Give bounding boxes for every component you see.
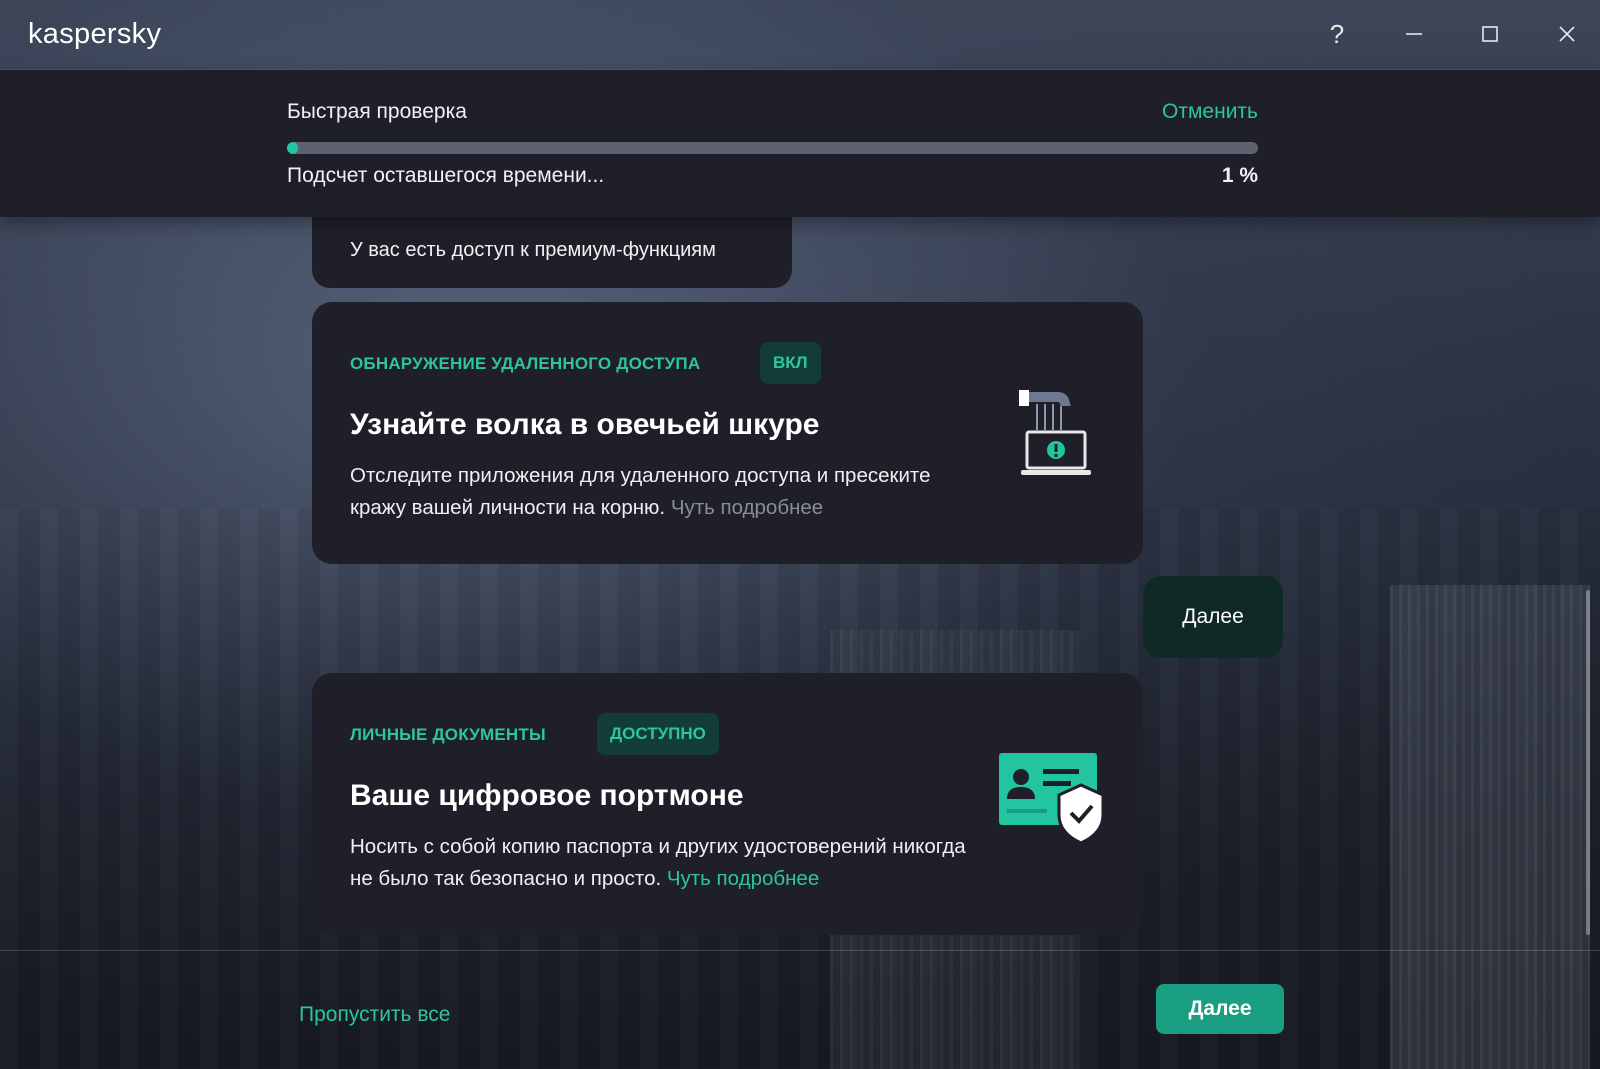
scan-progress-bar	[287, 142, 1258, 154]
scan-percent: 1 %	[1221, 164, 1258, 187]
maximize-icon	[1482, 26, 1498, 42]
status-badge: ДОСТУПНО	[597, 713, 719, 755]
feature-card-personal-documents: ЛИЧНЫЕ ДОКУМЕНТЫ ДОСТУПНО Ваше цифровое …	[312, 673, 1143, 935]
maximize-button[interactable]	[1468, 12, 1512, 56]
scan-title: Быстрая проверка	[287, 100, 467, 123]
card-category: ОБНАРУЖЕНИЕ УДАЛЕННОГО ДОСТУПА	[350, 354, 701, 373]
help-icon: ?	[1329, 18, 1345, 49]
skip-all-link[interactable]: Пропустить все	[299, 1003, 450, 1027]
title-bar: kaspersky ?	[0, 0, 1600, 70]
card-description-text: Носить с собой копию паспорта и других у…	[350, 835, 966, 890]
scan-progress-panel: Быстрая проверка Отменить Подсчет оставш…	[0, 70, 1600, 217]
feature-card-remote-access: ОБНАРУЖЕНИЕ УДАЛЕННОГО ДОСТУПА ВКЛ Узнай…	[312, 302, 1143, 564]
premium-notice-text: У вас есть доступ к премиум-функциям	[350, 238, 716, 261]
card-description: Носить с собой копию паспорта и других у…	[350, 831, 990, 895]
next-bubble-label: Далее	[1182, 605, 1244, 628]
cancel-scan-link[interactable]: Отменить	[1162, 100, 1258, 124]
help-button[interactable]: ?	[1315, 12, 1359, 56]
scrollbar[interactable]	[1586, 590, 1590, 935]
scan-status-text: Подсчет оставшегося времени...	[287, 164, 605, 187]
learn-more-link[interactable]: Чуть подробнее	[667, 867, 819, 890]
premium-notice: У вас есть доступ к премиум-функциям	[312, 212, 792, 288]
card-description-text: Отследите приложения для удаленного дост…	[350, 464, 931, 519]
status-badge: ВКЛ	[760, 342, 821, 384]
next-bubble-button[interactable]: Далее	[1143, 576, 1283, 658]
close-button[interactable]	[1545, 12, 1589, 56]
id-card-shield-icon	[999, 753, 1105, 845]
minimize-button[interactable]	[1392, 12, 1436, 56]
minimize-icon	[1406, 33, 1422, 35]
learn-more-link[interactable]: Чуть подробнее	[671, 496, 823, 519]
next-button[interactable]: Далее	[1156, 984, 1284, 1034]
close-icon	[1559, 26, 1575, 42]
card-description: Отследите приложения для удаленного дост…	[350, 460, 990, 524]
scan-progress-fill	[287, 142, 298, 154]
remote-access-laptop-icon	[1019, 390, 1091, 475]
background-building	[1390, 585, 1590, 1069]
card-heading: Ваше цифровое портмоне	[350, 779, 744, 812]
card-category: ЛИЧНЫЕ ДОКУМЕНТЫ	[350, 725, 546, 744]
footer-divider	[0, 950, 1600, 951]
kaspersky-logo: kaspersky	[28, 18, 162, 50]
card-heading: Узнайте волка в овечьей шкуре	[350, 408, 820, 441]
